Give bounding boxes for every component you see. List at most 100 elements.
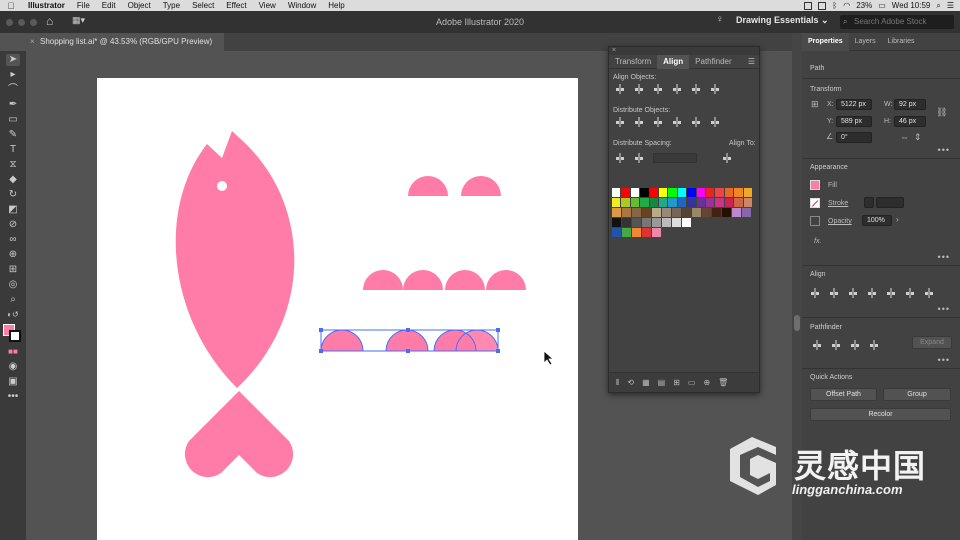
intersect-icon[interactable] <box>850 340 860 350</box>
offset-path-button[interactable]: Offset Path <box>810 388 877 401</box>
align-right-icon[interactable] <box>867 288 877 298</box>
menu-help[interactable]: Help <box>322 0 350 11</box>
color-swatch[interactable] <box>706 188 715 197</box>
screen-mode-icon[interactable]: ▣ <box>6 376 20 388</box>
pen-tool-icon[interactable]: ✒ <box>6 99 20 111</box>
color-swatch[interactable] <box>642 208 651 217</box>
distribute-horizontal-center-icon[interactable] <box>691 117 701 127</box>
color-swatch[interactable] <box>742 208 751 217</box>
edit-color-group-icon[interactable]: ⊞ <box>673 378 680 387</box>
align-left-icon[interactable] <box>829 288 839 298</box>
wifi-icon[interactable]: ◠ <box>843 1 850 10</box>
blend-tool-icon[interactable]: ∞ <box>6 234 20 246</box>
color-swatch[interactable] <box>682 208 691 217</box>
exclude-icon[interactable] <box>869 340 879 350</box>
color-swatch[interactable] <box>687 188 696 197</box>
flip-vertical-icon[interactable]: ⇕ <box>914 132 922 143</box>
type-tool-icon[interactable]: T <box>6 144 20 156</box>
color-swatch[interactable] <box>621 198 630 207</box>
distribute-top-icon[interactable] <box>615 117 625 127</box>
color-swatch[interactable] <box>715 188 724 197</box>
close-window-button[interactable] <box>6 18 13 26</box>
artwork[interactable] <box>97 78 578 540</box>
color-swatch[interactable] <box>662 218 671 227</box>
status-icon[interactable] <box>818 1 827 10</box>
color-swatch[interactable] <box>652 228 661 237</box>
color-swatch[interactable] <box>612 208 621 217</box>
rotation-input[interactable]: 0° <box>836 132 872 143</box>
y-input[interactable]: 589 px <box>836 116 872 127</box>
align-horizontal-center-icon[interactable] <box>634 84 644 94</box>
draw-mode-icon[interactable]: ◉ <box>6 361 20 373</box>
menu-illustrator[interactable]: Illustrator <box>22 0 71 11</box>
spacing-value-input[interactable] <box>653 153 697 163</box>
stroke-label[interactable]: Stroke <box>828 200 848 207</box>
arrange-documents-icon[interactable]: ▦▾ <box>72 15 85 26</box>
align-bottom-icon[interactable] <box>924 288 934 298</box>
search-icon[interactable]: ⌕ <box>936 1 940 11</box>
close-panel-icon[interactable]: × <box>612 47 616 54</box>
more-options-icon[interactable]: ••• <box>938 145 950 155</box>
stroke-weight-stepper[interactable] <box>864 197 874 208</box>
color-swatch[interactable] <box>649 198 659 207</box>
battery-icon[interactable]: ▭ <box>878 1 886 10</box>
document-tab[interactable]: × Shopping list.ai* @ 43.53% (RGB/GPU Pr… <box>26 33 224 51</box>
direct-selection-tool-icon[interactable]: ▸ <box>6 69 20 81</box>
constrain-proportions-icon[interactable]: ⛓ <box>936 107 947 118</box>
scale-tool-icon[interactable]: ◩ <box>6 204 20 216</box>
color-swatch[interactable] <box>743 198 753 207</box>
x-input[interactable]: 5122 px <box>836 99 872 110</box>
clock[interactable]: Wed 10:59 <box>892 1 931 10</box>
align-top-icon[interactable] <box>672 84 682 94</box>
menu-list-icon[interactable]: ☰ <box>947 1 954 10</box>
group-button[interactable]: Group <box>883 388 951 401</box>
new-swatch-icon[interactable]: ⊕ <box>703 378 710 387</box>
more-options-icon[interactable]: ••• <box>938 355 950 365</box>
opacity-label[interactable]: Opacity <box>828 218 852 225</box>
collapse-handle[interactable] <box>794 315 800 331</box>
distribute-bottom-icon[interactable] <box>653 117 663 127</box>
opacity-input[interactable]: 100% <box>862 215 892 226</box>
color-swatch[interactable] <box>677 198 687 207</box>
align-to-icon[interactable] <box>810 288 820 298</box>
artboard[interactable] <box>97 78 578 540</box>
align-right-icon[interactable] <box>653 84 663 94</box>
apple-icon[interactable]:  <box>0 1 22 11</box>
lightbulb-icon[interactable]: ♀ <box>716 14 724 25</box>
color-swatch[interactable] <box>621 188 630 197</box>
color-swatch[interactable] <box>706 198 715 207</box>
delete-swatch-icon[interactable]: 🗑 <box>718 378 728 387</box>
color-swatch[interactable] <box>640 188 649 197</box>
tab-transform[interactable]: Transform <box>609 55 657 69</box>
color-swatch[interactable] <box>682 218 691 227</box>
color-swatch[interactable] <box>672 208 681 217</box>
selection-tool-icon[interactable]: ➤ <box>6 54 20 66</box>
fx-button[interactable]: fx. <box>814 238 821 245</box>
color-swatch[interactable] <box>612 218 621 227</box>
color-swatch[interactable] <box>652 208 661 217</box>
menu-select[interactable]: Select <box>186 0 220 11</box>
minus-front-icon[interactable] <box>831 340 841 350</box>
opacity-icon[interactable] <box>810 216 820 226</box>
color-swatch[interactable] <box>692 208 701 217</box>
zoom-window-button[interactable] <box>30 18 37 26</box>
color-swatch[interactable] <box>662 208 671 217</box>
fill-swatch[interactable] <box>810 180 820 190</box>
color-mode-icon[interactable]: ■■ <box>6 346 20 358</box>
tab-properties[interactable]: Properties <box>802 32 849 51</box>
color-swatch[interactable] <box>649 188 659 197</box>
tab-align[interactable]: Align <box>657 54 690 69</box>
color-swatch[interactable] <box>734 188 743 197</box>
more-tools-icon[interactable]: ••• <box>6 391 20 403</box>
tab-libraries[interactable]: Libraries <box>882 33 921 51</box>
color-swatch[interactable] <box>702 208 711 217</box>
align-top-icon[interactable] <box>886 288 896 298</box>
color-swatch[interactable] <box>622 218 631 227</box>
expand-button[interactable]: Expand <box>912 336 952 349</box>
menu-view[interactable]: View <box>253 0 282 11</box>
align-bottom-icon[interactable] <box>710 84 720 94</box>
status-icon[interactable] <box>804 1 813 10</box>
more-options-icon[interactable]: ••• <box>938 304 950 314</box>
recolor-button[interactable]: Recolor <box>810 408 951 421</box>
color-swatch[interactable] <box>642 228 651 237</box>
